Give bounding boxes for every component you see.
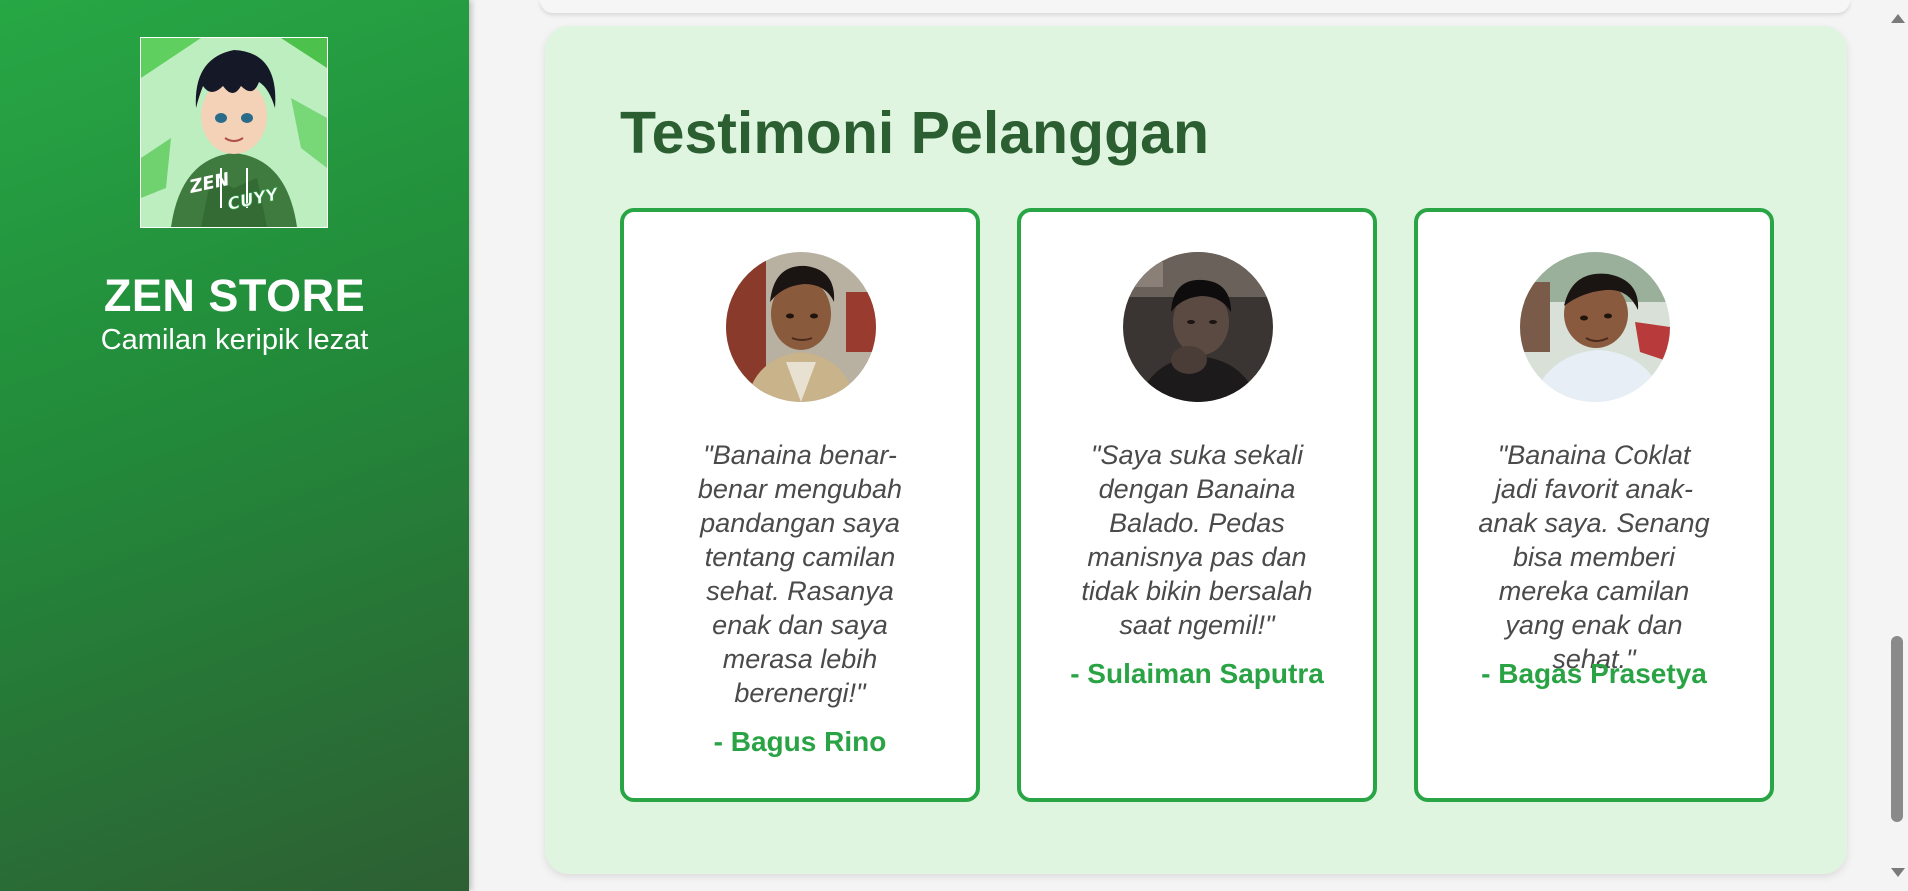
avatar-photo bbox=[1123, 252, 1273, 402]
section-title: Testimoni Pelanggan bbox=[620, 100, 1209, 166]
avatar-photo bbox=[726, 252, 876, 402]
scroll-down-arrow-icon[interactable] bbox=[1891, 868, 1905, 877]
page-scrollbar[interactable] bbox=[1888, 0, 1908, 891]
testimonial-card: "Banaina Coklat jadi favorit anak-anak s… bbox=[1414, 208, 1774, 802]
scroll-thumb[interactable] bbox=[1891, 636, 1903, 822]
testimonial-card: "Saya suka sekali dengan Banaina Balado.… bbox=[1017, 208, 1377, 802]
testimonial-quote: "Banaina Coklat jadi favorit anak-anak s… bbox=[1478, 440, 1710, 674]
previous-section-edge bbox=[540, 0, 1850, 13]
scroll-up-arrow-icon[interactable] bbox=[1891, 14, 1905, 23]
customer-avatar bbox=[1520, 252, 1670, 402]
store-name: ZEN STORE bbox=[103, 270, 366, 321]
store-logo[interactable]: ZEN CUYY bbox=[140, 37, 328, 228]
store-tagline: Camilan keripik lezat bbox=[100, 324, 369, 356]
customer-avatar bbox=[726, 252, 876, 402]
testimonial-quote: "Banaina benar-benar mengubah pandangan … bbox=[697, 440, 903, 708]
testimonial-card: "Banaina benar-benar mengubah pandangan … bbox=[620, 208, 980, 802]
testimonials-section: Testimoni Pelanggan "Banaina benar-benar… bbox=[545, 26, 1847, 874]
testimonial-author: - Bagus Rino bbox=[713, 726, 887, 757]
logo-artwork: ZEN CUYY bbox=[141, 38, 327, 227]
testimonial-author: - Sulaiman Saputra bbox=[1070, 658, 1324, 689]
sidebar: ZEN CUYY ZEN STORE Camilan keripik lezat bbox=[0, 0, 469, 891]
testimonial-author: - Bagas Prasetya bbox=[1481, 658, 1707, 689]
testimonial-quote: "Saya suka sekali dengan Banaina Balado.… bbox=[1081, 440, 1313, 640]
customer-avatar bbox=[1123, 252, 1273, 402]
avatar-photo bbox=[1520, 252, 1670, 402]
